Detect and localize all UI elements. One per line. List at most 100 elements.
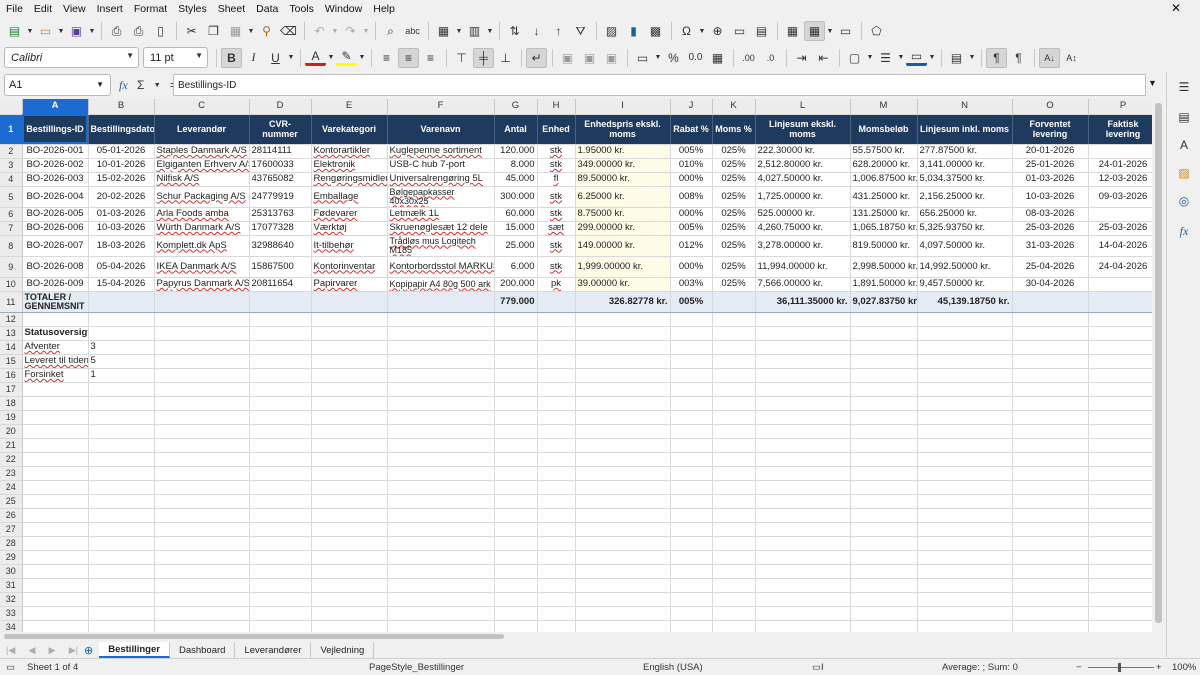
table-cell[interactable]	[494, 606, 538, 621]
table-cell[interactable]	[1088, 564, 1152, 579]
column-header-n[interactable]: N	[917, 99, 1013, 115]
dropdown-icon[interactable]: ▼	[698, 21, 706, 41]
table-cell[interactable]	[311, 564, 388, 579]
table-cell[interactable]: Staples Danmark A/S	[154, 144, 250, 159]
table-cell[interactable]	[537, 424, 576, 439]
table-cell[interactable]	[1088, 396, 1152, 411]
table-cell[interactable]: 45.000	[494, 172, 538, 187]
table-cell[interactable]	[154, 382, 250, 397]
table-cell[interactable]	[1088, 410, 1152, 425]
row-header[interactable]: 22	[0, 452, 23, 467]
table-cell[interactable]	[537, 620, 576, 632]
table-cell[interactable]: fl	[537, 172, 576, 187]
row-header[interactable]: 9	[0, 256, 23, 278]
table-cell[interactable]	[1012, 550, 1089, 565]
table-cell[interactable]: Papyrus Danmark A/S	[154, 277, 250, 292]
row-header[interactable]: 21	[0, 438, 23, 453]
table-cell[interactable]: 20-01-2026	[1012, 144, 1089, 159]
zoom-level[interactable]: 100%	[1172, 662, 1196, 673]
row-header[interactable]: 19	[0, 410, 23, 425]
table-cell[interactable]	[154, 564, 250, 579]
tab-dashboard[interactable]: Dashboard	[170, 642, 236, 658]
zoom-slider[interactable]	[1088, 667, 1154, 668]
next-sheet-icon[interactable]: ▶	[49, 645, 56, 656]
table-cell[interactable]	[249, 438, 312, 453]
save-icon[interactable]: ▣	[66, 21, 87, 41]
row-header[interactable]: 23	[0, 466, 23, 481]
totals-cell[interactable]: 36,111.35000 kr.	[755, 290, 851, 313]
totals-cell[interactable]	[1088, 290, 1152, 313]
table-cell[interactable]: BO-2026-007	[22, 235, 89, 257]
border-style-icon[interactable]: ☰	[875, 48, 896, 68]
table-cell[interactable]	[917, 536, 1013, 551]
table-cell[interactable]	[1012, 354, 1089, 369]
table-cell[interactable]: Universalrengøring 5L	[387, 172, 495, 187]
table-cell[interactable]	[575, 424, 671, 439]
table-cell[interactable]	[755, 438, 851, 453]
table-cell[interactable]	[755, 410, 851, 425]
table-cell[interactable]: 08-03-2026	[1012, 207, 1089, 222]
table-cell[interactable]	[154, 424, 250, 439]
row-header[interactable]: 1	[0, 114, 23, 145]
expand-formula-icon[interactable]: ▼	[1148, 78, 1157, 88]
table-cell[interactable]	[1012, 592, 1089, 607]
freeze-rows-columns-icon[interactable]: ▦	[804, 21, 825, 41]
table-cell[interactable]	[494, 382, 538, 397]
table-cell[interactable]	[670, 354, 713, 369]
table-cell[interactable]	[1012, 368, 1089, 383]
table-cell[interactable]	[154, 606, 250, 621]
table-cell[interactable]: 25-03-2026	[1012, 221, 1089, 236]
table-cell[interactable]	[494, 522, 538, 537]
table-cell[interactable]: 299.00000 kr.	[575, 221, 671, 236]
table-cell[interactable]	[917, 326, 1013, 341]
table-cell[interactable]	[575, 606, 671, 621]
table-cell[interactable]	[850, 452, 918, 467]
table-cell[interactable]	[712, 382, 756, 397]
align-top-icon[interactable]: ⊤	[451, 48, 472, 68]
table-cell[interactable]: stk	[537, 256, 576, 278]
table-cell[interactable]: Leveret til tiden	[22, 354, 89, 369]
table-cell[interactable]: 10-03-2026	[88, 221, 155, 236]
table-cell[interactable]	[88, 606, 155, 621]
column-header-d[interactable]: D	[249, 99, 312, 115]
table-cell[interactable]: 525.00000 kr.	[755, 207, 851, 222]
dropdown-icon[interactable]: ▼	[928, 48, 936, 68]
totals-cell[interactable]: 45,139.18750 kr.	[917, 290, 1013, 313]
menu-edit[interactable]: Edit	[34, 3, 52, 15]
table-cell[interactable]	[1088, 606, 1152, 621]
font-color-icon[interactable]: A	[305, 49, 326, 66]
dropdown-icon[interactable]: ▼	[826, 21, 834, 41]
table-cell[interactable]	[850, 368, 918, 383]
table-cell[interactable]: 20-02-2026	[88, 186, 155, 208]
table-cell[interactable]	[712, 578, 756, 593]
table-cell[interactable]: 2,156.25000 kr.	[917, 186, 1013, 208]
table-cell[interactable]: 5	[88, 354, 155, 369]
chevron-down-icon[interactable]: ▼	[96, 80, 104, 89]
table-cell[interactable]	[311, 480, 388, 495]
table-cell[interactable]	[1088, 207, 1152, 222]
row-header[interactable]: 26	[0, 508, 23, 523]
table-cell[interactable]	[249, 522, 312, 537]
table-cell[interactable]	[917, 508, 1013, 523]
table-cell[interactable]	[850, 340, 918, 355]
table-cell[interactable]	[917, 564, 1013, 579]
menu-styles[interactable]: Styles	[178, 3, 207, 15]
table-cell[interactable]	[712, 508, 756, 523]
table-cell[interactable]	[154, 508, 250, 523]
table-cell[interactable]	[88, 312, 155, 327]
table-cell[interactable]	[575, 382, 671, 397]
table-cell[interactable]	[387, 550, 495, 565]
row-header[interactable]: 4	[0, 172, 23, 187]
column-header-o[interactable]: O	[1012, 99, 1089, 115]
header-cell[interactable]: Antal	[494, 114, 538, 145]
dropdown-icon[interactable]: ▼	[327, 48, 335, 68]
table-cell[interactable]: Trådløs mus Logitech M185	[387, 235, 495, 257]
table-cell[interactable]: 277.87500 kr.	[917, 144, 1013, 159]
table-cell[interactable]: BO-2026-002	[22, 158, 89, 173]
table-cell[interactable]	[154, 592, 250, 607]
menu-window[interactable]: Window	[325, 3, 362, 15]
table-cell[interactable]	[575, 564, 671, 579]
table-cell[interactable]	[755, 326, 851, 341]
row-header[interactable]: 34	[0, 620, 23, 632]
table-cell[interactable]	[1012, 326, 1089, 341]
